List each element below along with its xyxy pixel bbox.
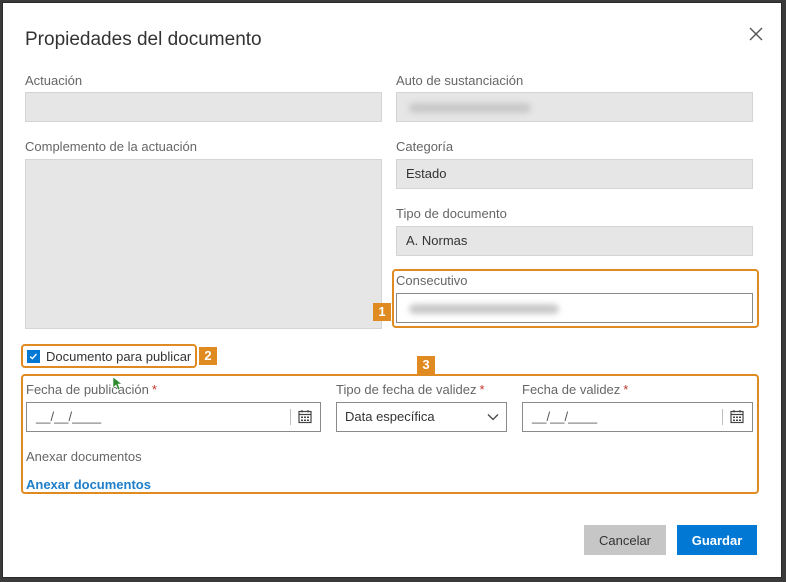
annotation-badge-1: 1 — [373, 303, 391, 321]
save-button[interactable]: Guardar — [677, 525, 757, 555]
complemento-label: Complemento de la actuación — [25, 139, 197, 154]
anexar-documentos-label: Anexar documentos — [26, 449, 142, 464]
tipo-fecha-validez-select[interactable]: Data específica — [336, 402, 507, 432]
tipo-documento-field: A. Normas — [396, 226, 753, 256]
fecha-publicacion-input[interactable]: __/__/____ — [26, 402, 321, 432]
document-properties-dialog: Propiedades del documento Actuación Comp… — [2, 2, 782, 578]
fecha-publicacion-label: Fecha de publicación * — [26, 382, 157, 397]
divider — [290, 409, 291, 425]
date-placeholder: __/__/____ — [532, 409, 598, 424]
fecha-validez-label: Fecha de validez * — [522, 382, 629, 397]
date-placeholder: __/__/____ — [36, 409, 102, 424]
anexar-documentos-link[interactable]: Anexar documentos — [26, 477, 151, 492]
actuacion-label: Actuación — [25, 73, 83, 88]
tipo-documento-label: Tipo de documento — [396, 206, 507, 221]
categoria-label: Categoría — [396, 139, 454, 154]
actuacion-field — [25, 92, 382, 122]
required-mark: * — [479, 382, 485, 397]
highlight-box-1 — [392, 269, 759, 328]
auto-sustanciacion-field — [396, 92, 753, 122]
required-mark: * — [623, 382, 629, 397]
select-value: Data específica — [345, 409, 435, 424]
chevron-down-icon — [487, 414, 499, 421]
close-icon[interactable] — [745, 23, 767, 45]
required-mark: * — [151, 382, 157, 397]
complemento-field — [25, 159, 382, 329]
highlight-box-2 — [21, 344, 197, 368]
cancel-button[interactable]: Cancelar — [584, 525, 666, 555]
fecha-validez-input[interactable]: __/__/____ — [522, 402, 753, 432]
annotation-badge-2: 2 — [199, 347, 217, 365]
dialog-title: Propiedades del documento — [25, 29, 262, 50]
tipo-fecha-validez-label: Tipo de fecha de validez * — [336, 382, 485, 397]
categoria-field: Estado — [396, 159, 753, 189]
mouse-cursor-icon — [113, 377, 123, 391]
divider — [722, 409, 723, 425]
calendar-icon[interactable] — [298, 409, 312, 424]
annotation-badge-3: 3 — [417, 356, 435, 374]
redacted-value — [409, 103, 531, 113]
auto-sustanciacion-label: Auto de sustanciación — [396, 73, 524, 88]
calendar-icon[interactable] — [730, 409, 744, 424]
